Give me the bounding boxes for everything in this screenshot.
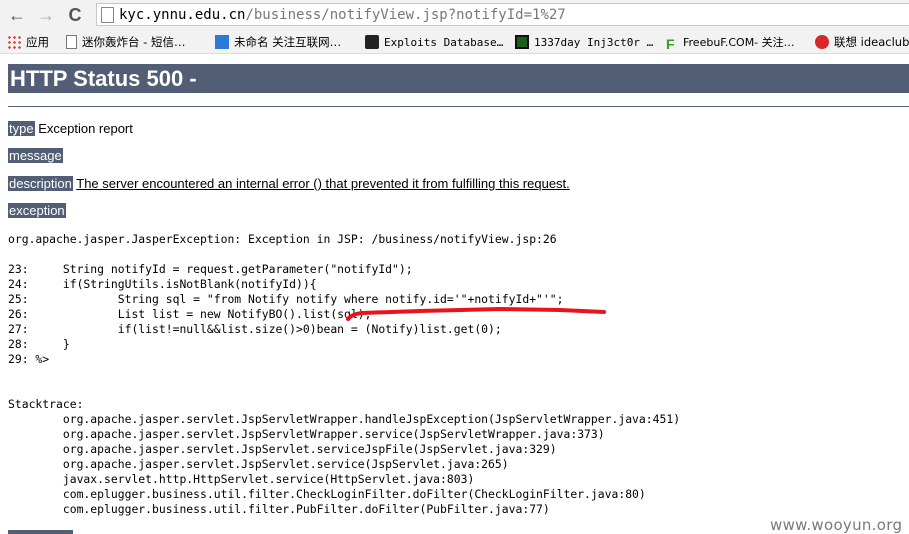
message-row: message [8, 148, 63, 164]
url-text[interactable]: kyc.ynnu.edu.cn/business/notifyView.jsp?… [119, 5, 566, 25]
bookmark-label: Exploits Database… [384, 36, 504, 49]
exception-row: exception [8, 203, 66, 219]
bookmark-label: 联想 ideaclub [834, 35, 909, 49]
type-label: type [8, 121, 35, 136]
page-icon [66, 35, 77, 49]
bookmark-item[interactable]: 迷你轰炸台 - 短信… [66, 33, 185, 51]
apps-icon [7, 35, 21, 49]
bookmark-label: 应用 [26, 35, 49, 49]
bookmark-item[interactable]: F FreebuF.COM- 关注… [666, 33, 795, 51]
bookmark-label: 迷你轰炸台 - 短信… [82, 35, 186, 49]
divider [8, 106, 909, 107]
exception-trace: org.apache.jasper.JasperException: Excep… [8, 232, 681, 516]
bookmark-label: 1337day Inj3ct0r … [534, 36, 654, 49]
message-label: message [8, 148, 63, 163]
page-icon [101, 7, 114, 23]
bookmark-item[interactable]: 联想 ideaclub [815, 33, 909, 51]
description-label: description [8, 176, 73, 191]
bookmark-item[interactable]: Exploits Database… [365, 33, 503, 51]
page-title: HTTP Status 500 - [10, 66, 197, 91]
bookmark-label: FreebuF.COM- 关注… [683, 36, 795, 49]
watermark: www.wooyun.org [770, 516, 903, 534]
freebuf-icon: F [666, 36, 675, 52]
1337day-icon [515, 35, 529, 49]
type-value: Exception report [38, 121, 133, 136]
me-icon [215, 35, 229, 49]
bookmark-item[interactable]: 未命名 关注互联网… [215, 33, 341, 51]
exception-label: exception [8, 203, 66, 218]
reload-button[interactable]: C [64, 4, 86, 26]
back-button[interactable]: ← [6, 4, 28, 26]
url-host: kyc.ynnu.edu.cn [119, 7, 246, 23]
browser-toolbar: ← → C kyc.ynnu.edu.cn/business/notifyVie… [0, 0, 909, 30]
page-title-bar: HTTP Status 500 - [8, 64, 909, 93]
address-bar[interactable]: kyc.ynnu.edu.cn/business/notifyView.jsp?… [96, 3, 909, 26]
description-row: description The server encountered an in… [8, 176, 570, 192]
lenovo-icon [815, 35, 829, 49]
bookmark-item[interactable]: 1337day Inj3ct0r … [515, 33, 653, 51]
bookmark-label: 未命名 关注互联网… [234, 35, 342, 49]
footer-label-partial [8, 530, 73, 534]
bookmarks-bar: 应用 迷你轰炸台 - 短信… 未命名 关注互联网… Exploits Datab… [0, 30, 909, 54]
forward-button[interactable]: → [35, 4, 57, 26]
url-path: /business/notifyView.jsp?notifyId=1%27 [245, 7, 566, 23]
exploit-db-icon [365, 35, 379, 49]
bookmark-apps[interactable]: 应用 [7, 33, 49, 51]
type-row: type Exception report [8, 121, 133, 137]
description-value: The server encountered an internal error… [76, 176, 570, 191]
